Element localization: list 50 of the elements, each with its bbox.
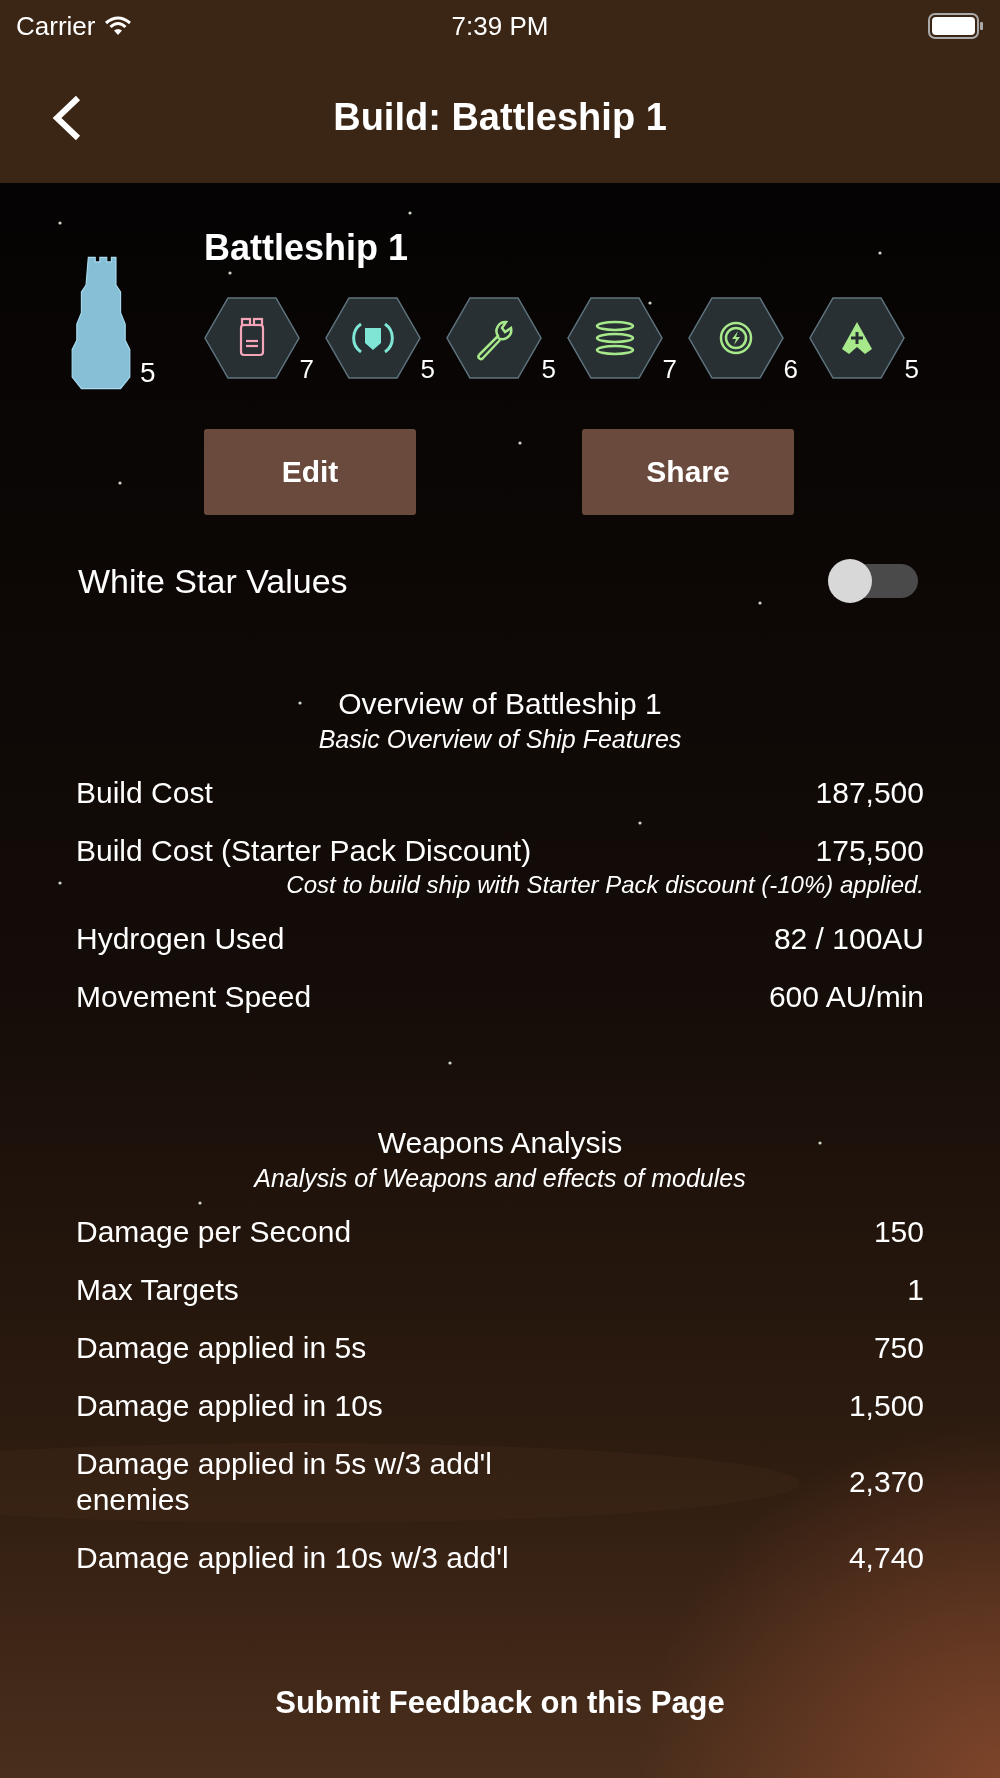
feedback-link[interactable]: Submit Feedback on this Page	[275, 1685, 725, 1721]
stat-label: Hydrogen Used	[76, 921, 285, 957]
section-title: Weapons Analysis	[377, 1126, 623, 1160]
module-hex[interactable]	[809, 297, 905, 379]
stat-value: 175,500	[815, 834, 924, 868]
stat-label: Movement Speed	[76, 979, 312, 1015]
stat-label: Build Cost (Starter Pack Discount)	[76, 833, 532, 869]
module-hex[interactable]	[204, 297, 300, 379]
module-hex[interactable]	[567, 297, 663, 379]
stat-value: 4,740	[848, 1541, 924, 1575]
stat-label: Build Cost	[76, 775, 213, 811]
action-button[interactable]: Edit	[204, 429, 416, 515]
stat-label: Max Targets	[76, 1272, 239, 1308]
toggle-label: White Star Values	[78, 561, 348, 601]
stat-value: 1,500	[848, 1389, 924, 1423]
stat-value: 150	[873, 1215, 924, 1249]
stat-value: 187,500	[815, 776, 924, 810]
stat-label: Damage per Second	[76, 1214, 352, 1250]
module-count: 7	[299, 354, 314, 385]
module-hex[interactable]	[446, 297, 542, 379]
stat-label: Damage applied in 10s w/3 add'l	[76, 1540, 509, 1576]
section-subtitle: Basic Overview of Ship Features	[318, 725, 682, 754]
module-count: 5	[904, 354, 919, 385]
stat-note: Cost to build ship with Starter Pack discount (-10%) applied.	[286, 871, 924, 899]
toggle-switch[interactable]	[828, 559, 918, 603]
ship-name: Battleship 1	[204, 227, 410, 269]
back-icon[interactable]	[52, 94, 82, 141]
section-subtitle: Analysis of Weapons and effects of modules	[254, 1164, 746, 1193]
module-hex[interactable]	[325, 297, 421, 379]
module-count: 5	[420, 354, 435, 385]
module-count: 7	[662, 354, 677, 385]
stat-value: 2,370	[848, 1465, 924, 1499]
module-count: 6	[783, 354, 798, 385]
battery-icon	[928, 13, 984, 39]
carrier-label: Carrier	[16, 10, 96, 42]
section-title: Overview of Battleship 1	[338, 687, 662, 721]
status-time: 7:39 PM	[451, 10, 549, 42]
stat-value: 1	[907, 1273, 924, 1307]
stat-value: 750	[873, 1331, 924, 1365]
stat-label: Damage applied in 10s	[76, 1388, 383, 1424]
stat-label: Damage applied in 5s	[76, 1330, 367, 1366]
ship-count: 5	[140, 357, 156, 389]
stat-value: 600 AU/min	[768, 980, 924, 1014]
module-count: 5	[541, 354, 556, 385]
screen-title: Build: Battleship 1	[333, 96, 667, 139]
stat-value: 82 / 100AU	[773, 922, 924, 956]
module-hex[interactable]	[688, 297, 784, 379]
wifi-icon	[105, 16, 132, 36]
action-button[interactable]: Share	[582, 429, 794, 515]
stat-label: Damage applied in 5s w/3 add'l enemies	[76, 1446, 493, 1518]
